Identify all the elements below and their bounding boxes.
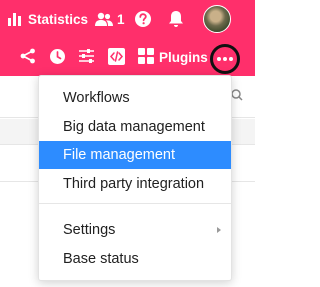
bar-chart-icon bbox=[8, 13, 21, 26]
users-icon bbox=[95, 12, 113, 26]
help-icon[interactable] bbox=[134, 10, 152, 28]
statistics-button[interactable]: Statistics bbox=[8, 9, 88, 29]
menu-item-label: Big data management bbox=[63, 119, 205, 135]
users-count: 1 bbox=[117, 11, 125, 27]
menu-item-settings[interactable]: Settings bbox=[39, 216, 231, 244]
plugins-grid-icon[interactable] bbox=[138, 48, 154, 64]
menu-item-label: Base status bbox=[63, 251, 139, 267]
menu-item-label: Third party integration bbox=[63, 176, 205, 192]
plugins-button[interactable]: Plugins bbox=[159, 50, 208, 65]
statistics-label: Statistics bbox=[28, 11, 89, 27]
menu-item-big-data-management[interactable]: Big data management bbox=[39, 113, 231, 141]
share-icon[interactable] bbox=[20, 48, 36, 64]
menu-item-third-party-integration[interactable]: Third party integration bbox=[39, 170, 231, 198]
more-menu: Workflows Big data management File manag… bbox=[38, 75, 232, 281]
menu-item-label: Workflows bbox=[63, 90, 130, 106]
menu-divider bbox=[39, 203, 231, 204]
menu-item-label: File management bbox=[63, 147, 176, 163]
users-button[interactable]: 1 bbox=[95, 9, 125, 29]
submenu-arrow-icon bbox=[217, 227, 221, 233]
code-icon[interactable] bbox=[108, 48, 125, 65]
search-icon[interactable] bbox=[231, 89, 243, 101]
menu-item-workflows[interactable]: Workflows bbox=[39, 84, 231, 112]
menu-item-base-status[interactable]: Base status bbox=[39, 245, 231, 273]
avatar[interactable] bbox=[203, 5, 231, 33]
more-dots-icon[interactable] bbox=[210, 44, 240, 74]
sliders-icon[interactable] bbox=[78, 48, 95, 64]
menu-item-file-management[interactable]: File management bbox=[39, 141, 231, 169]
history-icon[interactable] bbox=[49, 48, 66, 65]
bell-icon[interactable] bbox=[168, 10, 184, 28]
menu-item-label: Settings bbox=[63, 222, 116, 238]
